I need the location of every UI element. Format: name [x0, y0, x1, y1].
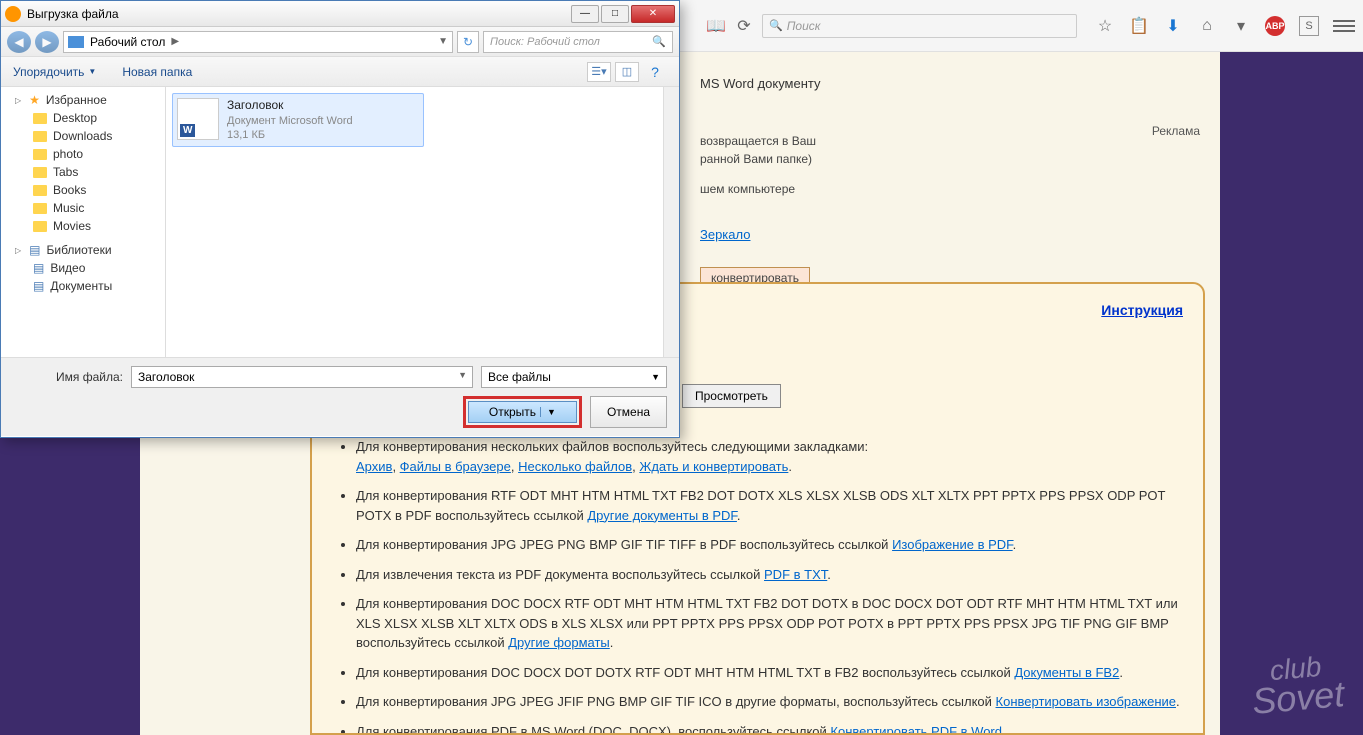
breadcrumb-arrow-icon[interactable]: ▶ [171, 36, 179, 47]
word-doc-icon [177, 98, 219, 140]
nav-refresh-button[interactable]: ↻ [457, 31, 479, 53]
abp-icon[interactable]: ABP [1265, 16, 1285, 36]
sidebar-item[interactable]: Downloads [1, 127, 165, 145]
file-type: Документ Microsoft Word [227, 114, 353, 128]
filename-input[interactable] [131, 366, 473, 388]
library-icon[interactable]: 📋 [1129, 16, 1149, 36]
folder-icon [33, 185, 47, 196]
list-item: Для конвертирования JPG JPEG PNG BMP GIF… [356, 535, 1183, 555]
addon-icon[interactable]: S [1299, 16, 1319, 36]
home-icon[interactable]: ⌂ [1197, 16, 1217, 36]
refresh-icon[interactable]: ⟳ [734, 16, 754, 36]
maximize-button[interactable]: □ [601, 5, 629, 23]
folder-icon [33, 131, 47, 142]
content-link[interactable]: Другие документы в PDF [587, 508, 737, 523]
sidebar-item[interactable]: Music [1, 199, 165, 217]
preview-pane-button[interactable]: ◫ [615, 62, 639, 82]
content-link[interactable]: Конвертировать PDF в Word [830, 724, 1002, 735]
file-size: 13,1 КБ [227, 128, 353, 142]
help-icon[interactable]: ? [643, 62, 667, 82]
file-item[interactable]: Заголовок Документ Microsoft Word 13,1 К… [172, 93, 424, 147]
dialog-toolbar: Упорядочить▼ Новая папка ☰▾ ◫ ? [1, 57, 679, 87]
list-item: Для конвертирования DOC DOCX DOT DOTX RT… [356, 663, 1183, 683]
open-button-highlight: Открыть▼ [463, 396, 582, 428]
sidebar-item[interactable]: photo [1, 145, 165, 163]
filetype-select[interactable]: Все файлы▼ [481, 366, 667, 388]
dialog-title: Выгрузка файла [27, 7, 571, 21]
mirror-link[interactable]: Зеркало [700, 227, 750, 242]
browser-search-input[interactable]: Поиск [762, 14, 1077, 38]
content-link[interactable]: Архив [356, 459, 392, 474]
hamburger-icon[interactable] [1333, 15, 1355, 37]
sidebar-item[interactable]: Books [1, 181, 165, 199]
new-folder-button[interactable]: Новая папка [122, 65, 192, 79]
content-link[interactable]: Другие форматы [508, 635, 610, 650]
download-icon[interactable]: ⬇ [1163, 16, 1183, 36]
view-options-button[interactable]: ☰▾ [587, 62, 611, 82]
folder-icon [33, 113, 47, 124]
nav-forward-button[interactable]: ▶ [35, 31, 59, 53]
list-item: Для конвертирования RTF ODT MHT HTM HTML… [356, 486, 1183, 525]
file-list[interactable]: Заголовок Документ Microsoft Word 13,1 К… [166, 87, 679, 357]
pocket-icon[interactable]: ▾ [1231, 16, 1251, 36]
folder-icon [33, 167, 47, 178]
dialog-sidebar: ▷★ Избранное DesktopDownloadsphotoTabsBo… [1, 87, 166, 357]
bookmark-icon[interactable]: ☆ [1095, 16, 1115, 36]
content-link[interactable]: Ждать и конвертировать [639, 459, 788, 474]
browse-button[interactable]: Просмотреть [682, 384, 781, 408]
ad-label: Реклама [1152, 124, 1200, 138]
organize-menu[interactable]: Упорядочить▼ [13, 65, 96, 79]
minimize-button[interactable]: — [571, 5, 599, 23]
sidebar-item[interactable]: Tabs [1, 163, 165, 181]
close-button[interactable]: ✕ [631, 5, 675, 23]
sidebar-item[interactable]: Desktop [1, 109, 165, 127]
nav-back-button[interactable]: ◀ [7, 31, 31, 53]
file-dialog: Выгрузка файла — □ ✕ ◀ ▶ Рабочий стол ▶ … [0, 0, 680, 438]
open-button[interactable]: Открыть▼ [468, 401, 577, 423]
breadcrumb-label: Рабочий стол [90, 35, 165, 49]
reader-icon[interactable]: 📖 [706, 16, 726, 36]
sidebar-item[interactable]: ▤Видео [1, 259, 165, 277]
content-link[interactable]: Файлы в браузере [400, 459, 511, 474]
list-item: Для извлечения текста из PDF документа в… [356, 565, 1183, 585]
folder-icon [33, 221, 47, 232]
desktop-icon [68, 36, 84, 48]
page-heading: MS Word документу [700, 74, 821, 94]
library-icon: ▤ [33, 261, 44, 275]
sidebar-item[interactable]: Movies [1, 217, 165, 235]
bullet-list: Для конвертирования нескольких файлов во… [332, 437, 1183, 735]
dialog-footer: Имя файла: ▼ Все файлы▼ Открыть▼ Отмена [1, 357, 679, 436]
content-link[interactable]: Изображение в PDF [892, 537, 1013, 552]
library-icon: ▤ [29, 243, 40, 257]
list-item: Для конвертирования JPG JPEG JFIF PNG BM… [356, 692, 1183, 712]
star-icon: ★ [29, 93, 40, 107]
sidebar-favorites-header[interactable]: ▷★ Избранное [1, 91, 165, 109]
cancel-button[interactable]: Отмена [590, 396, 667, 428]
breadcrumb[interactable]: Рабочий стол ▶ ▼ [63, 31, 453, 53]
firefox-icon [5, 6, 21, 22]
list-item: Для конвертирования DOC DOCX RTF ODT MHT… [356, 594, 1183, 653]
scrollbar[interactable] [663, 87, 679, 357]
content-link[interactable]: Конвертировать изображение [996, 694, 1176, 709]
folder-icon [33, 203, 47, 214]
dialog-search-input[interactable]: Поиск: Рабочий стол 🔍 [483, 31, 673, 53]
content-link[interactable]: PDF в TXT [764, 567, 827, 582]
partial-text-1: возвращается в Ваш ранной Вами папке) [700, 132, 816, 168]
content-link[interactable]: Документы в FB2 [1014, 665, 1119, 680]
content-link[interactable]: Несколько файлов [518, 459, 632, 474]
folder-icon [33, 149, 47, 160]
sidebar-item[interactable]: ▤Документы [1, 277, 165, 295]
sidebar-libraries-header[interactable]: ▷▤ Библиотеки [1, 241, 165, 259]
file-name: Заголовок [227, 98, 353, 114]
dialog-nav: ◀ ▶ Рабочий стол ▶ ▼ ↻ Поиск: Рабочий ст… [1, 27, 679, 57]
watermark: clubSovet [1249, 653, 1346, 719]
list-item: Для конвертирования нескольких файлов во… [356, 437, 1183, 476]
partial-text-2: шем компьютере [700, 182, 795, 196]
list-item: Для конвертирования PDF в MS Word (DOC, … [356, 722, 1183, 735]
breadcrumb-dropdown-icon[interactable]: ▼ [438, 36, 448, 47]
library-icon: ▤ [33, 279, 44, 293]
filename-label: Имя файла: [13, 370, 123, 384]
dialog-titlebar: Выгрузка файла — □ ✕ [1, 1, 679, 27]
